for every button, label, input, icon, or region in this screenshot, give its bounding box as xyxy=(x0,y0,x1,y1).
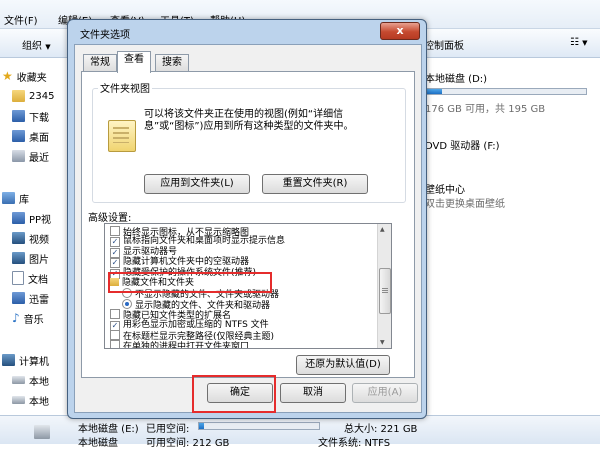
nav-favorites[interactable]: ★ 收藏夹 xyxy=(2,68,47,84)
setting-item[interactable]: ✓ 用彩色显示加密或压缩的 NTFS 文件 xyxy=(110,320,269,331)
view-options-icon[interactable]: ☷ ▼ xyxy=(570,37,588,48)
checkbox-unchecked[interactable] xyxy=(110,340,120,348)
library-icon xyxy=(2,192,15,204)
control-panel-button[interactable]: 控制面板 xyxy=(424,37,464,52)
music-icon: ♪ xyxy=(12,311,20,325)
document-icon xyxy=(12,271,24,285)
wallpaper-center-label[interactable]: 壁纸中心 xyxy=(425,181,465,196)
setting-item[interactable]: 在单独的进程中打开文件夹窗口 xyxy=(110,340,250,349)
radio-selected[interactable] xyxy=(122,298,132,309)
drive-e-capacity-bar xyxy=(198,422,320,430)
close-icon: x xyxy=(396,24,404,37)
nav-lib-documents[interactable]: 文档 xyxy=(12,270,48,286)
dvd-drive-label[interactable]: DVD 驱动器 (F:) xyxy=(425,137,500,152)
desktop-icon xyxy=(12,130,25,142)
nav-item-downloads[interactable]: 下载 xyxy=(12,108,49,124)
hard-drive-icon xyxy=(34,425,50,439)
folder-view-label: 文件夹视图 xyxy=(98,80,152,95)
nav-item-2345[interactable]: 2345 xyxy=(12,88,54,104)
dialog-client: 常规 查看 搜索 文件夹视图 可以将该文件夹正在使用的视图(例如“详细信息”或“… xyxy=(74,44,422,413)
setting-item[interactable]: 在标题栏显示完整路径(仅限经典主题) xyxy=(110,330,274,342)
nav-lib-pictures[interactable]: 图片 xyxy=(12,250,49,266)
tab-view[interactable]: 查看 xyxy=(117,51,151,73)
chevron-down-icon: ▼ xyxy=(45,43,51,51)
cancel-button[interactable]: 取消 xyxy=(280,383,346,403)
status-drive-name: 本地磁盘 (E:) xyxy=(78,424,139,435)
nav-computer[interactable]: 计算机 xyxy=(2,352,49,368)
downloads-icon xyxy=(12,110,25,122)
setting-label: 用彩色显示加密或压缩的 NTFS 文件 xyxy=(123,319,269,330)
tab-search[interactable]: 搜索 xyxy=(155,54,189,72)
nav-library[interactable]: 库 xyxy=(2,190,29,206)
reset-folders-button[interactable]: 重置文件夹(R) xyxy=(262,174,368,194)
folder-view-description: 可以将该文件夹正在使用的视图(例如“详细信息”或“图标”)应用到所有这种类型的文… xyxy=(144,109,354,132)
apply-button[interactable]: 应用(A) xyxy=(352,383,418,403)
folder-icon xyxy=(12,90,25,102)
wallpaper-center-sub: 双击更换桌面壁纸 xyxy=(425,199,505,210)
highlight-ok-button xyxy=(192,375,276,413)
drive-e-capacity-fill xyxy=(199,423,204,429)
drive-d-label[interactable]: 本地磁盘 (D:) xyxy=(425,70,487,85)
advanced-settings-label: 高级设置: xyxy=(88,213,132,224)
nav-lib-videos[interactable]: 视频 xyxy=(12,230,49,246)
close-button[interactable]: x xyxy=(380,22,420,40)
nav-lib-music[interactable]: ♪ 音乐 xyxy=(12,310,44,326)
nav-comp-local-2[interactable]: 本地 xyxy=(12,392,49,408)
hard-drive-icon xyxy=(12,376,25,384)
highlight-hide-extensions xyxy=(108,272,272,293)
star-icon: ★ xyxy=(2,69,13,83)
menu-file[interactable]: 文件(F) xyxy=(4,12,38,27)
scroll-thumb[interactable] xyxy=(379,268,391,314)
hard-drive-icon xyxy=(12,396,25,404)
nav-comp-local-1[interactable]: 本地 xyxy=(12,372,49,388)
scroll-up-icon[interactable]: ▲ xyxy=(380,226,385,233)
setting-label: 鼠标指向文件夹和桌面项时显示提示信息 xyxy=(123,236,286,247)
organize-button[interactable]: 组织 ▼ xyxy=(22,37,51,52)
recent-places-icon xyxy=(12,150,25,162)
status-total-size: 总大小: 221 GB xyxy=(344,424,418,435)
setting-item[interactable]: 隐藏已知文件类型的扩展名 xyxy=(110,309,231,321)
apply-to-folders-button[interactable]: 应用到文件夹(L) xyxy=(144,174,250,194)
drive-d-capacity-bar xyxy=(425,88,587,95)
nav-item-recent[interactable]: 最近 xyxy=(12,148,49,164)
setting-label: 在单独的进程中打开文件夹窗口 xyxy=(123,342,250,349)
thunder-icon xyxy=(12,292,25,304)
tab-general[interactable]: 常规 xyxy=(83,54,117,72)
settings-scrollbar[interactable]: ▲ ▼ xyxy=(377,224,391,348)
dialog-title: 文件夹选项 xyxy=(80,30,130,41)
setting-label: 显示驱动器号 xyxy=(123,246,178,257)
status-used-label: 已用空间: xyxy=(146,424,190,435)
computer-icon xyxy=(2,354,15,366)
folder-options-dialog: 文件夹选项 x 常规 查看 搜索 文件夹视图 可以将该文件夹正在使用的视图(例如… xyxy=(67,19,427,419)
restore-defaults-button[interactable]: 还原为默认值(D) xyxy=(296,355,390,375)
view-tab-panel: 文件夹视图 可以将该文件夹正在使用的视图(例如“详细信息”或“图标”)应用到所有… xyxy=(81,71,415,378)
drive-d-capacity-fill xyxy=(426,89,442,94)
setting-item[interactable]: ✓ 鼠标指向文件夹和桌面项时显示提示信息 xyxy=(110,236,286,248)
setting-label: 隐藏计算机文件夹中的空驱动器 xyxy=(123,257,250,268)
checkbox-unchecked[interactable] xyxy=(110,330,120,340)
status-free-space: 可用空间: 212 GB xyxy=(146,438,230,449)
checkbox-unchecked[interactable] xyxy=(110,226,120,236)
nav-item-desktop[interactable]: 桌面 xyxy=(12,128,49,144)
status-line2-left: 本地磁盘 xyxy=(78,438,118,449)
drive-d-space: 176 GB 可用，共 195 GB xyxy=(425,104,546,115)
video-icon xyxy=(12,212,25,224)
nav-lib-ppvideo[interactable]: PP视 xyxy=(12,210,51,226)
status-file-system: 文件系统: NTFS xyxy=(318,438,391,449)
setting-item[interactable]: ✓ 隐藏计算机文件夹中的空驱动器 xyxy=(110,257,250,269)
checkbox-unchecked[interactable] xyxy=(110,309,120,320)
setting-item[interactable]: 显示隐藏的文件、文件夹和驱动器 xyxy=(122,298,270,311)
folder-view-icon xyxy=(108,120,136,152)
video-icon xyxy=(12,232,25,244)
scroll-down-icon[interactable]: ▼ xyxy=(380,339,385,346)
nav-lib-xunlei[interactable]: 迅雷 xyxy=(12,290,49,306)
pictures-icon xyxy=(12,252,25,264)
details-pane: 本地磁盘 (E:) 已用空间: 总大小: 221 GB 本地磁盘 可用空间: 2… xyxy=(0,415,600,449)
